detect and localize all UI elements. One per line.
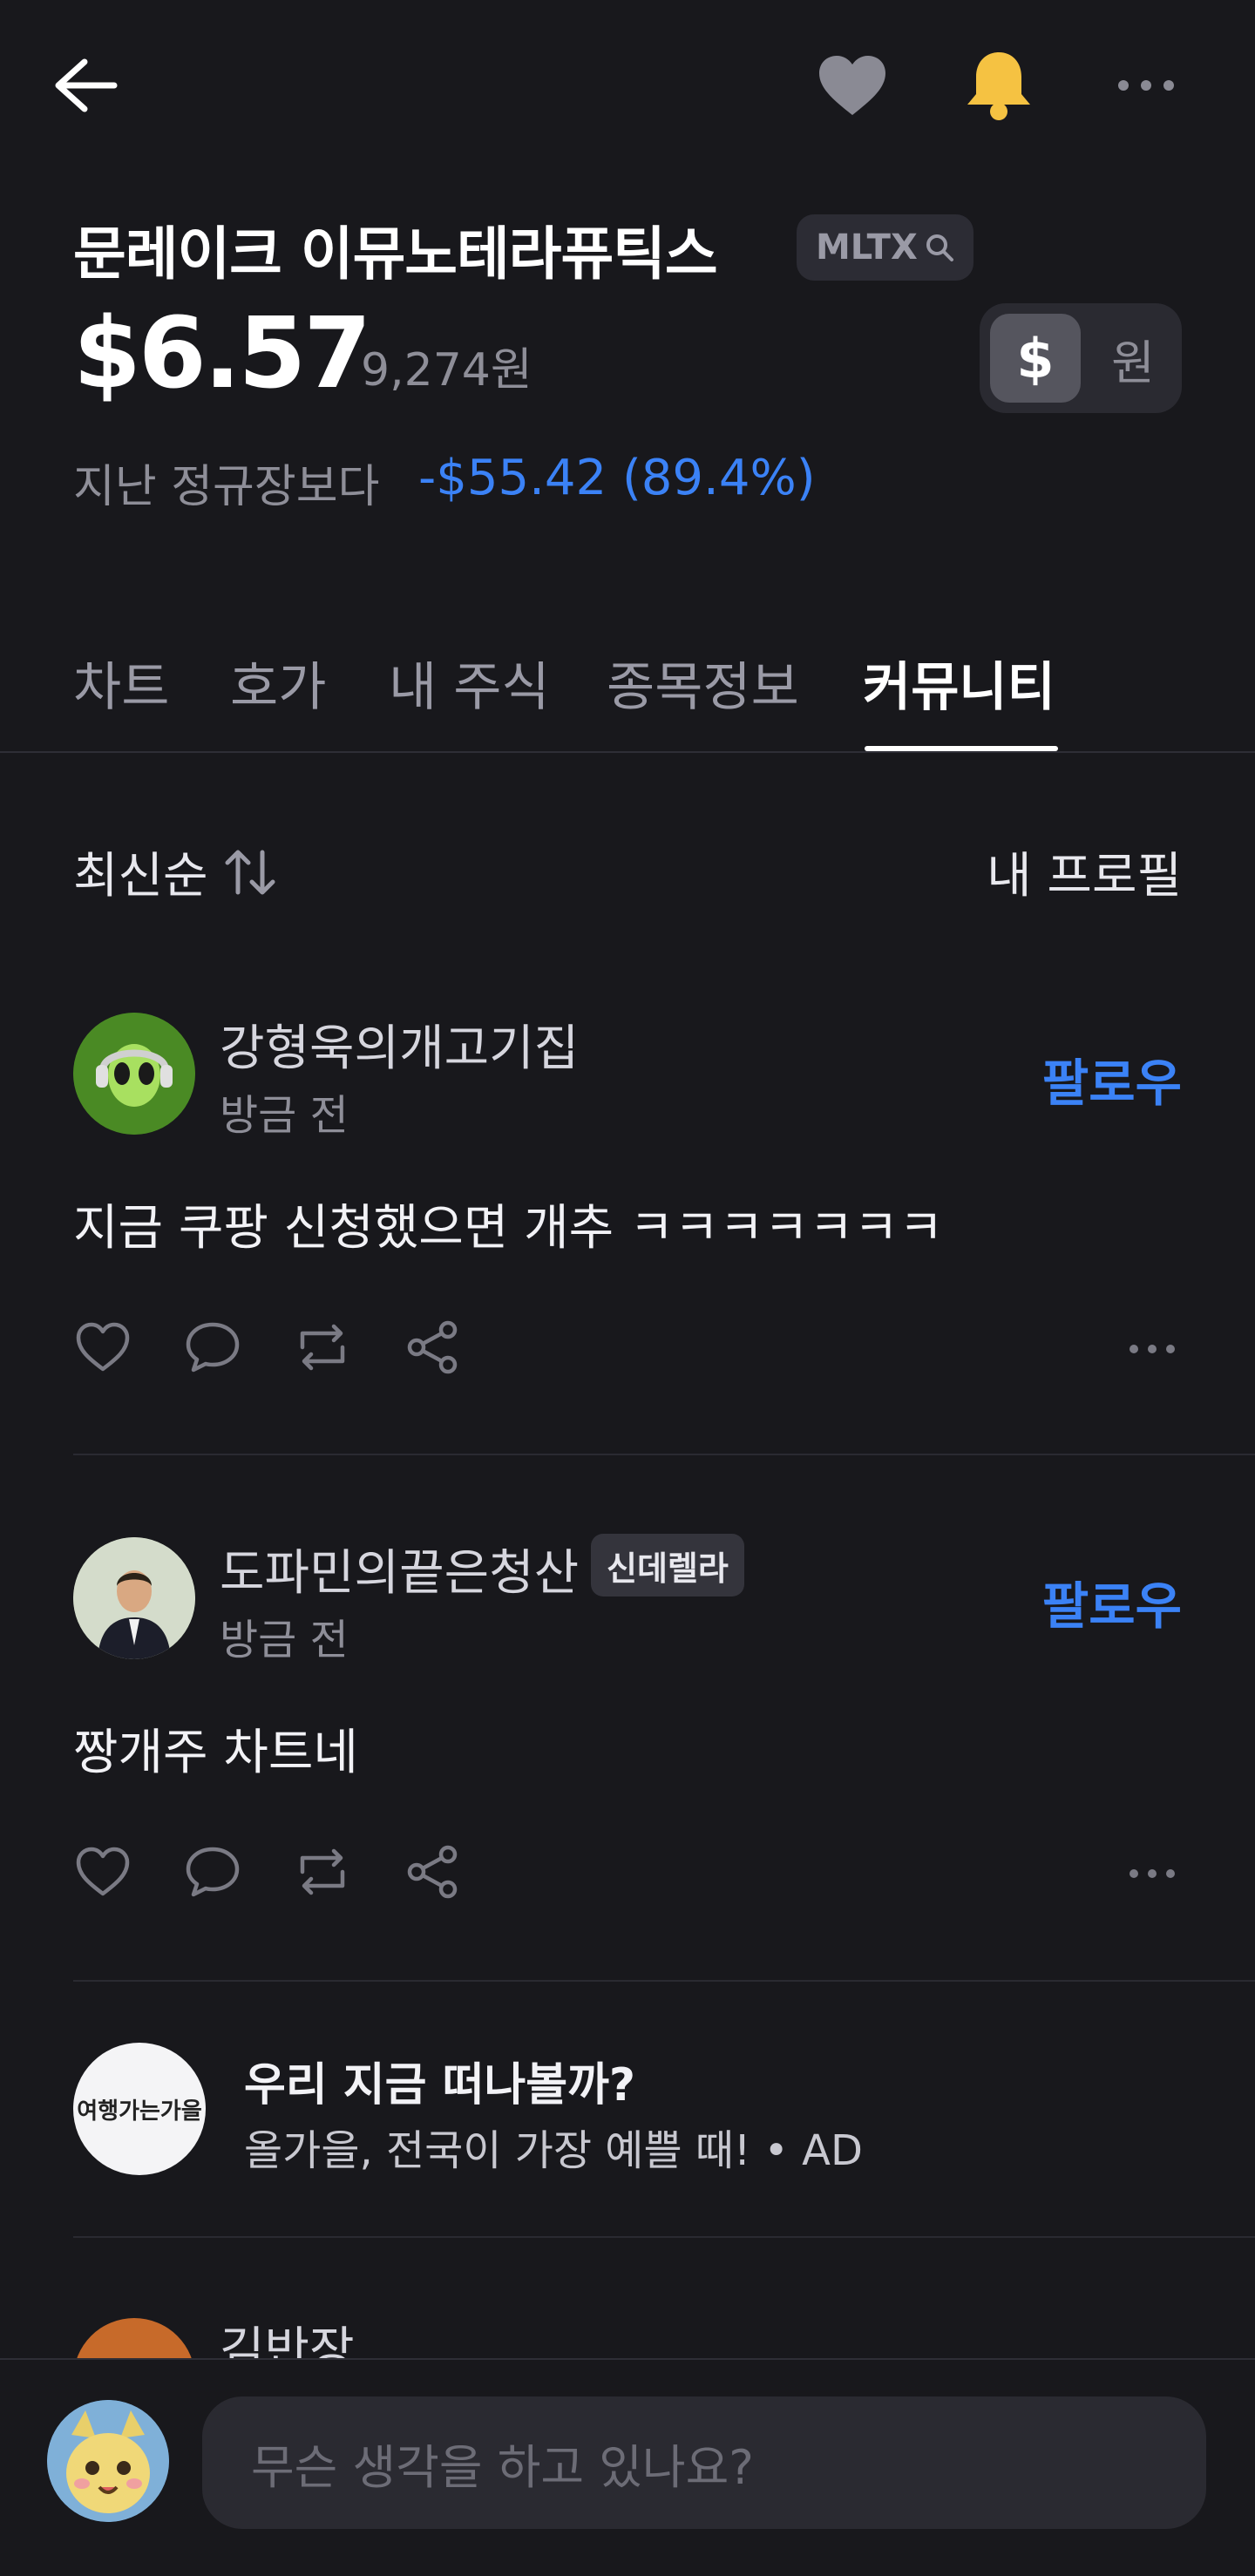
more-horizontal-icon [1130, 1345, 1175, 1353]
more-horizontal-icon [1118, 80, 1174, 91]
back-button[interactable] [51, 51, 120, 120]
person-avatar-icon [73, 1537, 195, 1659]
tab-community[interactable]: 커뮤니티 [863, 645, 1055, 721]
post-more-button[interactable] [1117, 1316, 1187, 1382]
share-button[interactable] [399, 1839, 465, 1905]
post-divider [73, 1454, 1255, 1455]
share-button[interactable] [399, 1314, 465, 1380]
repost-button[interactable] [289, 1314, 356, 1380]
composer-bar: 무슨 생각을 하고 있나요? [0, 2358, 1255, 2576]
ticker-label: MLTX [816, 227, 918, 268]
ad-title[interactable]: 우리 지금 떠나볼까? [244, 2048, 635, 2113]
compose-input[interactable]: 무슨 생각을 하고 있나요? [202, 2396, 1206, 2529]
stock-price-krw: 9,274원 [361, 344, 533, 397]
tab-stock-info[interactable]: 종목정보 [607, 645, 799, 721]
ad-divider [73, 2236, 1255, 2238]
arrow-left-icon [55, 58, 118, 112]
more-horizontal-icon [1130, 1869, 1175, 1878]
avatar[interactable] [73, 1537, 195, 1659]
tab-chart[interactable]: 차트 [73, 645, 169, 721]
heart-icon [819, 56, 885, 115]
notification-button[interactable] [962, 45, 1035, 124]
heart-outline-icon [76, 1322, 130, 1372]
repost-icon [300, 1324, 345, 1371]
ticker-search-chip[interactable]: MLTX [797, 214, 973, 281]
dog-avatar-icon [47, 2400, 169, 2522]
post-content[interactable]: 지금 쿠팡 신청했으면 개추 ㅋㅋㅋㅋㅋㅋㅋ [73, 1189, 944, 1259]
tab-orderbook[interactable]: 호가 [230, 645, 326, 721]
user-badge: 신데렐라 [591, 1534, 744, 1596]
repost-button[interactable] [289, 1839, 356, 1905]
share-icon [407, 1320, 458, 1374]
like-button[interactable] [70, 1314, 136, 1380]
ad-logo-text: 여행가는가을 [77, 2098, 202, 2125]
tabs-divider [0, 751, 1255, 753]
change-label: 지난 정규장보다 [73, 461, 380, 513]
change-value: -$55.42 (89.4%) [418, 450, 816, 506]
heart-outline-icon [76, 1847, 130, 1896]
ad-logo[interactable]: 여행가는가을 [73, 2043, 206, 2175]
like-button[interactable] [70, 1839, 136, 1905]
stock-name: 문레이크 이뮤노테라퓨틱스 [73, 220, 718, 288]
stock-price: $6.57 [73, 297, 371, 410]
comment-button[interactable] [180, 1314, 246, 1380]
search-icon [926, 234, 953, 261]
currency-toggle[interactable]: $ 원 [980, 303, 1182, 413]
share-icon [407, 1845, 458, 1899]
my-avatar[interactable] [47, 2400, 169, 2522]
my-profile-link[interactable]: 내 프로필 [987, 837, 1182, 907]
favorite-button[interactable] [817, 51, 887, 120]
post-username[interactable]: 도파민의끝은청산 [220, 1534, 579, 1604]
currency-dollar-option[interactable]: $ [990, 314, 1081, 403]
sort-label: 최신순 [73, 848, 208, 905]
post-time: 방금 전 [220, 1616, 349, 1664]
currency-won-option[interactable]: 원 [1091, 314, 1175, 403]
post-content[interactable]: 짱개주 차트네 [73, 1713, 358, 1784]
post-divider [73, 1980, 1255, 1982]
tab-my-stock[interactable]: 내 주식 [389, 645, 550, 721]
alien-avatar-icon [73, 1013, 195, 1135]
follow-button[interactable]: 팔로우 [1042, 1565, 1182, 1638]
comment-bubble-icon [186, 1847, 240, 1897]
follow-button[interactable]: 팔로우 [1042, 1042, 1182, 1115]
comment-bubble-icon [186, 1322, 240, 1373]
ad-subtitle[interactable]: 올가을, 전국이 가장 예쁠 때! • AD [244, 2116, 863, 2177]
repost-icon [300, 1848, 345, 1895]
sort-button[interactable]: 최신순 [73, 837, 276, 907]
post-time: 방금 전 [220, 1091, 349, 1140]
bell-icon [967, 52, 1030, 120]
post-more-button[interactable] [1117, 1840, 1187, 1907]
avatar[interactable] [73, 1013, 195, 1135]
top-bar [0, 0, 1255, 166]
post-username[interactable]: 강형욱의개고기집 [220, 1009, 579, 1080]
sort-arrows-icon [225, 850, 275, 894]
comment-button[interactable] [180, 1839, 246, 1905]
more-button[interactable] [1107, 51, 1185, 120]
